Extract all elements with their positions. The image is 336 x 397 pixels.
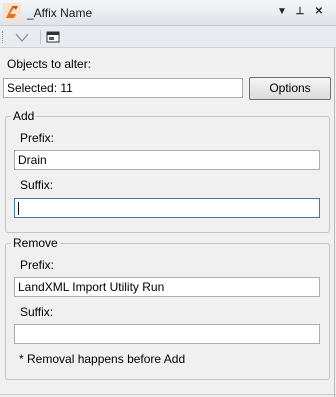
- close-icon[interactable]: ✕: [312, 5, 326, 19]
- pin-icon[interactable]: ⊥: [293, 5, 307, 19]
- window-menu-dropdown-icon[interactable]: ▼: [275, 5, 289, 19]
- remove-suffix-label: Suffix:: [20, 305, 54, 319]
- remove-prefix-label: Prefix:: [20, 258, 55, 272]
- toolbar-grip[interactable]: [2, 31, 5, 43]
- add-group-legend: Add: [11, 109, 37, 123]
- add-prefix-label: Prefix:: [20, 131, 55, 145]
- chevron-down-icon[interactable]: [14, 29, 30, 45]
- toolbar-separator: [40, 30, 41, 44]
- remove-suffix-input[interactable]: [14, 324, 320, 344]
- window-title: _Affix Name: [27, 6, 93, 20]
- removal-order-note: * Removal happens before Add: [19, 352, 186, 366]
- add-suffix-label: Suffix:: [20, 178, 54, 192]
- add-prefix-input[interactable]: Drain: [14, 150, 320, 170]
- objects-to-alter-label: Objects to alter:: [7, 57, 92, 71]
- selected-objects-field: Selected: 11: [3, 78, 243, 98]
- panel-bottom-border: [0, 394, 336, 395]
- panel-border: [334, 48, 335, 397]
- remove-prefix-input[interactable]: LandXML Import Utility Run: [14, 277, 320, 297]
- add-suffix-input[interactable]: [14, 198, 320, 218]
- window-icon[interactable]: [45, 29, 61, 45]
- remove-group-legend: Remove: [11, 236, 60, 250]
- app-logo-icon: [3, 3, 21, 21]
- title-bar: _Affix Name ▼ ⊥ ✕: [0, 0, 336, 26]
- text-cursor: [18, 202, 19, 215]
- options-button[interactable]: Options: [249, 77, 331, 100]
- toolbar: [0, 26, 336, 48]
